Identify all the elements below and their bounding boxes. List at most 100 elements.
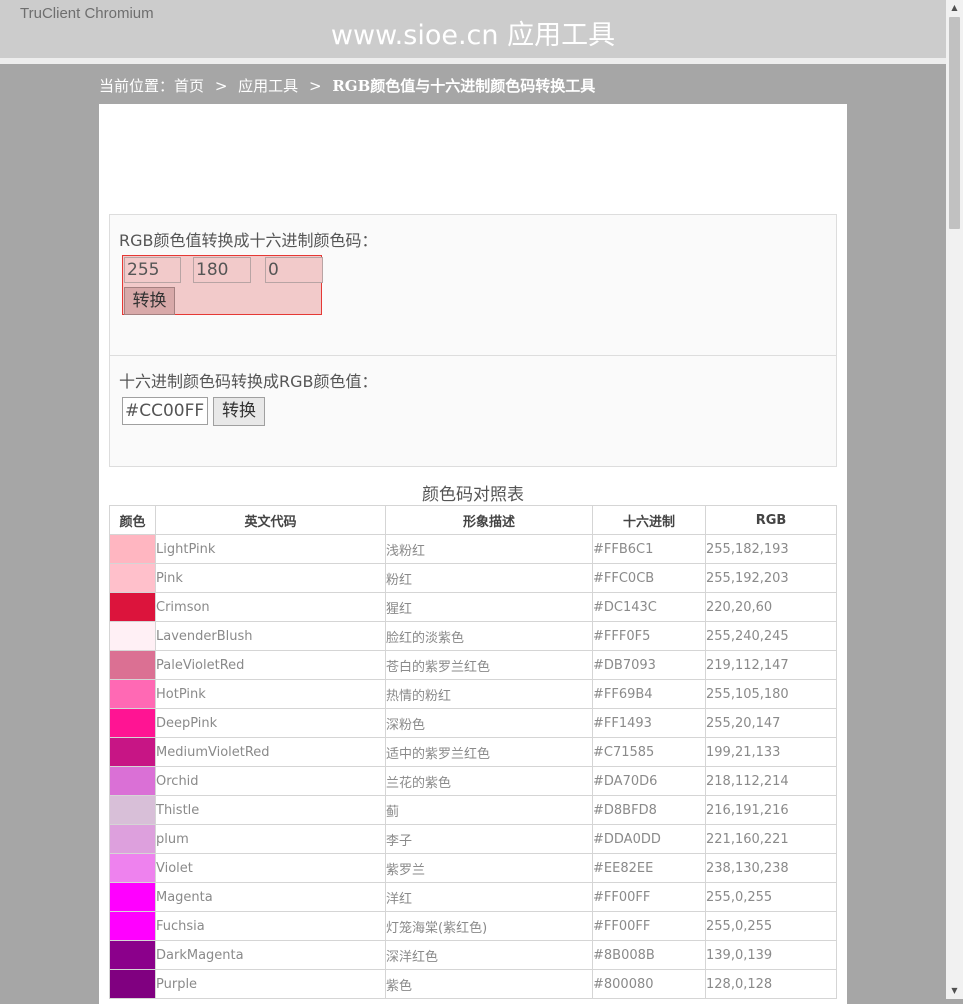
color-hex-cell: #DB7093 xyxy=(592,650,706,680)
breadcrumb-tools-link[interactable]: 应用工具 xyxy=(238,77,298,95)
hex-input[interactable]: #CC00FF xyxy=(122,397,208,425)
scroll-down-icon[interactable]: ▼ xyxy=(946,983,963,999)
color-swatch xyxy=(110,767,155,795)
color-swatch-cell xyxy=(109,824,156,854)
header-color: 颜色 xyxy=(109,505,156,535)
color-swatch xyxy=(110,941,155,969)
color-description-cell: 粉红 xyxy=(385,563,593,593)
table-row: Pink 粉红 #FFC0CB 255,192,203 xyxy=(109,563,837,593)
color-name-cell: DarkMagenta xyxy=(155,940,386,970)
color-description-cell: 苍白的紫罗兰红色 xyxy=(385,650,593,680)
convert-rgb-button[interactable]: 转换 xyxy=(124,287,175,315)
header-english-code: 英文代码 xyxy=(155,505,386,535)
table-row: Orchid 兰花的紫色 #DA70D6 218,112,214 xyxy=(109,766,837,796)
color-name-cell: Fuchsia xyxy=(155,911,386,941)
color-description-cell: 兰花的紫色 xyxy=(385,766,593,796)
red-input[interactable]: 255 xyxy=(124,257,181,283)
color-rgb-cell: 255,20,147 xyxy=(705,708,837,738)
color-name-cell: DeepPink xyxy=(155,708,386,738)
breadcrumb: 当前位置：首页 > 应用工具 > RGB颜色值与十六进制颜色码转换工具 xyxy=(99,75,601,96)
rgb-to-hex-panel: RGB颜色值转换成十六进制颜色码： 255 180 0 转换 xyxy=(109,214,837,356)
color-description-cell: 深粉色 xyxy=(385,708,593,738)
color-swatch-cell xyxy=(109,679,156,709)
header-hex: 十六进制 xyxy=(592,505,706,535)
color-name-cell: HotPink xyxy=(155,679,386,709)
color-swatch xyxy=(110,680,155,708)
color-name-cell: Violet xyxy=(155,853,386,883)
color-swatch-cell xyxy=(109,621,156,651)
color-description-cell: 紫罗兰 xyxy=(385,853,593,883)
color-swatch-cell xyxy=(109,592,156,622)
blue-input[interactable]: 0 xyxy=(265,257,323,283)
color-rgb-cell: 255,240,245 xyxy=(705,621,837,651)
color-hex-cell: #FFC0CB xyxy=(592,563,706,593)
header-rgb: RGB xyxy=(705,505,837,535)
rgb-to-hex-title: RGB颜色值转换成十六进制颜色码： xyxy=(119,231,378,250)
color-hex-cell: #DDA0DD xyxy=(592,824,706,854)
table-row: LavenderBlush 脸红的淡紫色 #FFF0F5 255,240,245 xyxy=(109,621,837,651)
color-rgb-cell: 216,191,216 xyxy=(705,795,837,825)
color-swatch-cell xyxy=(109,940,156,970)
color-swatch xyxy=(110,883,155,911)
color-swatch xyxy=(110,970,155,998)
site-header: TruClient Chromium www.sioe.cn 应用工具 xyxy=(0,0,946,64)
rgb-input-group: 255 180 0 转换 xyxy=(122,255,323,315)
site-title[interactable]: www.sioe.cn 应用工具 xyxy=(0,13,946,52)
color-swatch-cell xyxy=(109,650,156,680)
color-description-cell: 蓟 xyxy=(385,795,593,825)
table-row: plum 李子 #DDA0DD 221,160,221 xyxy=(109,824,837,854)
color-rgb-cell: 255,192,203 xyxy=(705,563,837,593)
color-swatch-cell xyxy=(109,853,156,883)
color-rgb-cell: 255,0,255 xyxy=(705,882,837,912)
color-hex-cell: #FFF0F5 xyxy=(592,621,706,651)
hex-to-rgb-title: 十六进制颜色码转换成RGB颜色值： xyxy=(119,372,378,391)
main-content: RGB颜色值转换成十六进制颜色码： 255 180 0 转换 十六进制颜色码转换… xyxy=(99,104,847,1004)
color-swatch-cell xyxy=(109,795,156,825)
color-name-cell: PaleVioletRed xyxy=(155,650,386,680)
color-description-cell: 深洋红色 xyxy=(385,940,593,970)
table-row: Fuchsia 灯笼海棠(紫红色) #FF00FF 255,0,255 xyxy=(109,911,837,941)
vertical-scrollbar[interactable]: ▲ ▼ xyxy=(946,0,963,999)
color-swatch xyxy=(110,825,155,853)
color-description-cell: 脸红的淡紫色 xyxy=(385,621,593,651)
color-hex-cell: #FF00FF xyxy=(592,911,706,941)
color-swatch xyxy=(110,854,155,882)
breadcrumb-current: RGB颜色值与十六进制颜色码转换工具 xyxy=(332,77,596,95)
table-row: MediumVioletRed 适中的紫罗兰红色 #C71585 199,21,133 xyxy=(109,737,837,767)
color-description-cell: 李子 xyxy=(385,824,593,854)
scroll-thumb[interactable] xyxy=(949,17,960,229)
color-hex-cell: #FFB6C1 xyxy=(592,534,706,564)
color-swatch xyxy=(110,709,155,737)
color-hex-cell: #D8BFD8 xyxy=(592,795,706,825)
color-rgb-cell: 199,21,133 xyxy=(705,737,837,767)
color-rgb-cell: 255,105,180 xyxy=(705,679,837,709)
table-row: DarkMagenta 深洋红色 #8B008B 139,0,139 xyxy=(109,940,837,970)
color-swatch xyxy=(110,622,155,650)
color-swatch-cell xyxy=(109,969,156,999)
table-row: HotPink 热情的粉红 #FF69B4 255,105,180 xyxy=(109,679,837,709)
color-hex-cell: #C71585 xyxy=(592,737,706,767)
color-name-cell: Purple xyxy=(155,969,386,999)
color-name-cell: LavenderBlush xyxy=(155,621,386,651)
color-swatch xyxy=(110,564,155,592)
color-name-cell: Crimson xyxy=(155,592,386,622)
color-rgb-cell: 139,0,139 xyxy=(705,940,837,970)
color-name-cell: MediumVioletRed xyxy=(155,737,386,767)
color-rgb-cell: 218,112,214 xyxy=(705,766,837,796)
table-row: DeepPink 深粉色 #FF1493 255,20,147 xyxy=(109,708,837,738)
color-name-cell: Orchid xyxy=(155,766,386,796)
hex-to-rgb-panel: 十六进制颜色码转换成RGB颜色值： #CC00FF 转换 xyxy=(109,355,837,467)
color-table-caption: 颜色码对照表 xyxy=(422,485,524,505)
header-description: 形象描述 xyxy=(385,505,593,535)
color-swatch xyxy=(110,796,155,824)
color-hex-cell: #DA70D6 xyxy=(592,766,706,796)
convert-hex-button[interactable]: 转换 xyxy=(213,397,265,426)
color-table: 颜色 英文代码 形象描述 十六进制 RGB LightPink 浅粉红 #FFB6C… xyxy=(109,505,837,999)
color-swatch xyxy=(110,912,155,940)
scroll-up-icon[interactable]: ▲ xyxy=(946,0,963,16)
breadcrumb-separator: > xyxy=(214,77,228,95)
breadcrumb-home-link[interactable]: 首页 xyxy=(174,77,204,95)
green-input[interactable]: 180 xyxy=(193,257,251,283)
color-name-cell: Thistle xyxy=(155,795,386,825)
color-description-cell: 适中的紫罗兰红色 xyxy=(385,737,593,767)
